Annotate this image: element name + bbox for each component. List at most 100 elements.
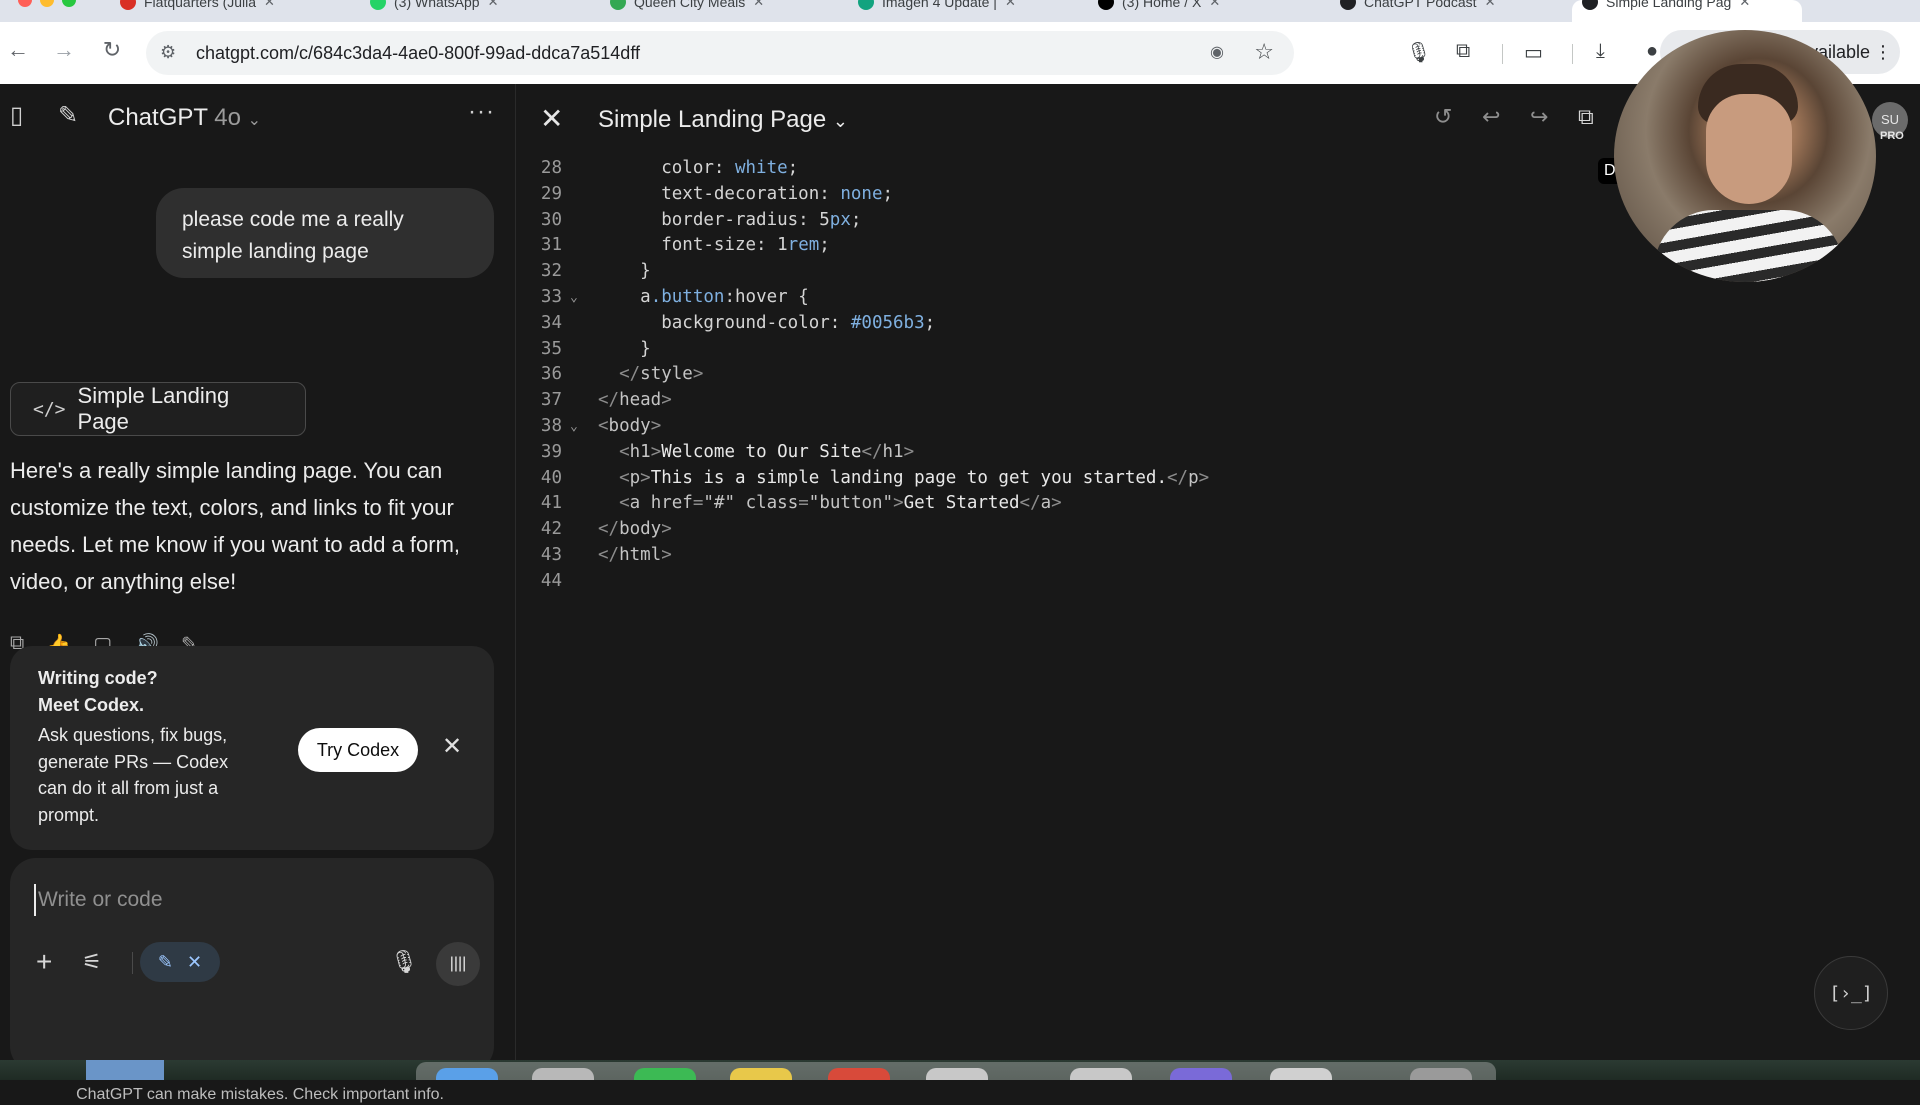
code-token: a: [640, 286, 651, 307]
tab-close-icon[interactable]: ✕: [264, 0, 275, 10]
code-token: }: [640, 338, 651, 359]
code-line[interactable]: 42 </body>: [516, 517, 1920, 543]
code-token: #0056b3: [850, 312, 925, 333]
close-canvas-icon[interactable]: ✕: [540, 102, 563, 135]
dock-app-icon[interactable]: [1070, 1068, 1132, 1080]
tab-close-icon[interactable]: ✕: [1485, 0, 1496, 10]
remove-tool-icon[interactable]: ✕: [187, 952, 202, 973]
browser-tab[interactable]: Flatquarters (Julia ✕: [110, 0, 370, 22]
model-selector[interactable]: ChatGPT 4o ⌄: [108, 104, 261, 132]
dock-app-icon[interactable]: [828, 1068, 890, 1080]
tab-label: (3) WhatsApp: [394, 0, 480, 10]
canvas-tool-pill[interactable]: ✎ ✕: [140, 942, 220, 982]
canvas-title-dropdown[interactable]: Simple Landing Page ⌄: [598, 106, 848, 134]
voice-mode-button[interactable]: ||||: [436, 942, 480, 986]
microphone-icon[interactable]: 🎙: [1406, 40, 1431, 65]
code-token: </: [1019, 493, 1041, 514]
code-line[interactable]: 43 </html>: [516, 543, 1920, 569]
dock-app-icon[interactable]: [1270, 1068, 1332, 1080]
code-text: a.button:hover {: [598, 285, 809, 311]
dock-app-icon[interactable]: [634, 1068, 696, 1080]
reload-icon[interactable]: ↻: [98, 36, 126, 64]
dock-app-icon[interactable]: [926, 1068, 988, 1080]
line-number: 34: [540, 312, 562, 333]
code-text: <body>: [598, 414, 661, 440]
fold-chevron-icon[interactable]: ⌄: [570, 414, 578, 440]
code-token: p: [629, 467, 641, 488]
code-line[interactable]: 44: [516, 569, 1920, 595]
code-token: ;: [882, 183, 894, 204]
more-options-icon[interactable]: ···: [468, 98, 495, 126]
code-line[interactable]: 37 </head>: [516, 388, 1920, 414]
minimize-window-button[interactable]: [40, 0, 54, 7]
tools-sliders-icon[interactable]: ⚟: [82, 946, 102, 978]
back-arrow-icon[interactable]: ←: [4, 36, 32, 64]
dock-app-icon[interactable]: [730, 1068, 792, 1080]
code-token: </: [619, 364, 641, 385]
undo-icon[interactable]: ↩: [1482, 104, 1500, 130]
fold-chevron-icon[interactable]: ⌄: [570, 285, 578, 311]
try-codex-button[interactable]: Try Codex: [298, 728, 418, 772]
address-url[interactable]: chatgpt.com/c/684c3da4-4ae0-800f-99ad-dd…: [196, 43, 640, 64]
open-artifact-button[interactable]: </> Simple Landing Page: [10, 382, 306, 436]
close-window-button[interactable]: [18, 0, 32, 7]
line-number: 37: [540, 390, 562, 411]
dictation-mic-icon[interactable]: 🎙: [390, 946, 418, 978]
code-token: body: [619, 519, 662, 540]
site-settings-icon[interactable]: ⚙: [160, 42, 176, 63]
code-line[interactable]: 40 <p>This is a simple landing page to g…: [516, 466, 1920, 492]
line-number: 40: [540, 467, 562, 488]
extensions-puzzle-icon[interactable]: ⧉: [1456, 40, 1470, 63]
maximize-window-button[interactable]: [62, 0, 76, 7]
code-token: This is a simple landing page to get you…: [650, 467, 1167, 488]
browser-tab[interactable]: (3) WhatsApp ✕: [360, 0, 600, 22]
close-icon[interactable]: ✕: [442, 732, 462, 761]
new-chat-icon[interactable]: ✎: [58, 104, 78, 128]
tab-close-icon[interactable]: ✕: [1005, 0, 1016, 10]
run-code-button[interactable]: [›_]: [1814, 956, 1888, 1030]
tab-close-icon[interactable]: ✕: [753, 0, 764, 10]
browser-tab[interactable]: (3) Home / X ✕: [1088, 0, 1328, 22]
code-line[interactable]: 34 background-color: #0056b3;: [516, 311, 1920, 337]
redo-icon[interactable]: ↪: [1530, 104, 1548, 130]
browser-tab[interactable]: Imagen 4 Update | ✕: [848, 0, 1088, 22]
code-token: }: [640, 261, 651, 282]
dock-app-icon[interactable]: [532, 1068, 594, 1080]
browser-tab[interactable]: ChatGPT Podcast ✕: [1330, 0, 1570, 22]
dock-app-icon[interactable]: [436, 1068, 498, 1080]
tab-label: Queen City Meals: [634, 0, 746, 10]
tab-close-icon[interactable]: ✕: [1209, 0, 1220, 10]
download-icon[interactable]: ⤓: [1596, 40, 1605, 63]
tracking-protection-icon[interactable]: ◉: [1210, 42, 1224, 62]
profile-avatar-icon[interactable]: ●: [1646, 40, 1658, 63]
tab-close-icon[interactable]: ✕: [488, 0, 499, 10]
bookmark-star-icon[interactable]: ☆: [1254, 39, 1274, 65]
code-token: font-size: 1: [661, 235, 788, 256]
code-line[interactable]: 33 ⌄ a.button:hover {: [516, 285, 1920, 311]
code-text: <h1>Welcome to Our Site</h1>: [598, 440, 914, 466]
code-line[interactable]: 36 </style>: [516, 362, 1920, 388]
cast-icon[interactable]: ▭: [1524, 40, 1543, 65]
canvas-pencil-icon: ✎: [157, 951, 173, 972]
dock-app-icon[interactable]: [1410, 1068, 1472, 1080]
add-attachment-icon[interactable]: +: [36, 946, 52, 978]
code-line[interactable]: 38 ⌄ <body>: [516, 414, 1920, 440]
dock-app-icon[interactable]: [1170, 1068, 1232, 1080]
version-history-icon[interactable]: ↺: [1434, 104, 1452, 130]
browser-menu-icon[interactable]: ⋮: [1874, 42, 1892, 63]
prompt-input[interactable]: [34, 884, 454, 916]
copy-code-icon[interactable]: ⧉: [1578, 104, 1594, 130]
code-line[interactable]: 39 <h1>Welcome to Our Site</h1>: [516, 440, 1920, 466]
browser-tab[interactable]: Queen City Meals ✕: [600, 0, 840, 22]
tab-close-icon[interactable]: ✕: [1739, 0, 1750, 10]
forward-arrow-icon[interactable]: →: [50, 36, 78, 64]
sidebar-toggle-icon[interactable]: ▯: [10, 104, 23, 128]
address-bar[interactable]: ⚙ chatgpt.com/c/684c3da4-4ae0-800f-99ad-…: [146, 31, 1294, 75]
code-line[interactable]: 41 <a href="#" class="button">Get Starte…: [516, 491, 1920, 517]
code-token: </: [598, 390, 620, 411]
code-line[interactable]: 35 }: [516, 337, 1920, 363]
toolbar-divider: [1502, 44, 1503, 64]
browser-tab[interactable]: Simple Landing Pag ✕: [1572, 0, 1802, 22]
